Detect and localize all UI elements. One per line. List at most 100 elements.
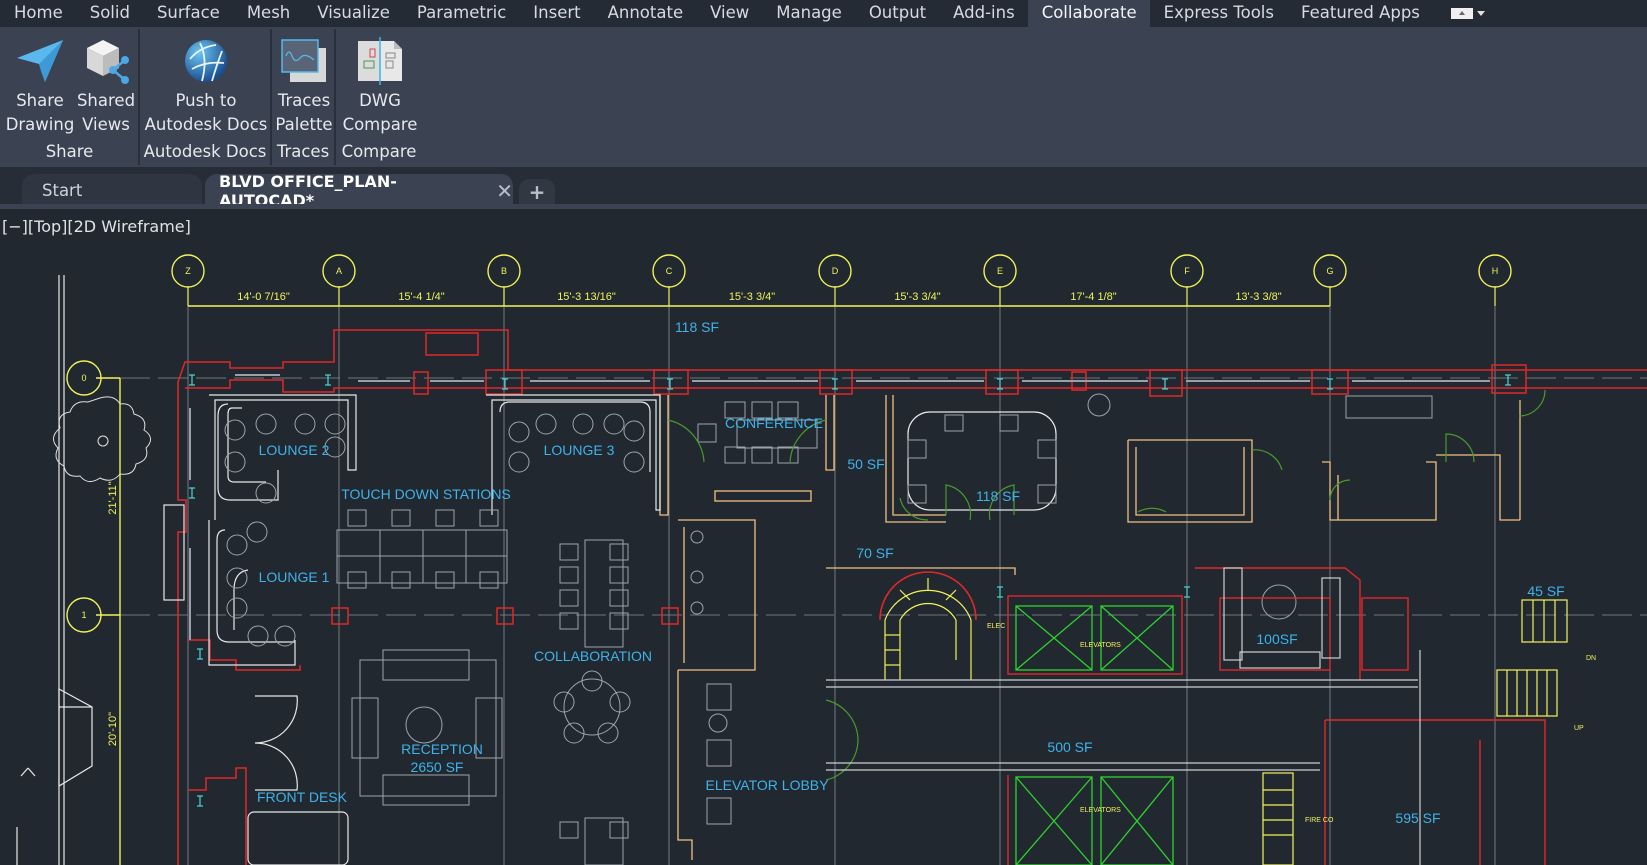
grid-bubble: G (1313, 254, 1347, 306)
tab-mesh[interactable]: Mesh (233, 0, 303, 27)
grid-bubble: A (322, 254, 356, 306)
room-area: 2650 SF (411, 759, 464, 775)
column-icon (1505, 374, 1511, 386)
grid-bubble: 0 (66, 360, 102, 396)
share-drawing-label-2: Drawing (5, 115, 75, 134)
grid-bubble: E (983, 254, 1017, 306)
share-drawing-button[interactable]: Share Drawing (5, 33, 75, 137)
document-tab-bar: Start BLVD OFFICE_PLAN-AUTOCAD* ✕ + (0, 167, 1647, 210)
dimension-text: 17'-4 1/8" (1070, 291, 1116, 303)
room-label: RECEPTION (401, 741, 483, 757)
room-label: LOUNGE 2 (259, 442, 330, 458)
panel-compare-label: Compare (341, 142, 417, 161)
viewport-controls[interactable]: [−][Top][2D Wireframe] (2, 217, 191, 236)
tab-drawing[interactable]: BLVD OFFICE_PLAN-AUTOCAD* ✕ (205, 172, 513, 210)
tab-collaborate[interactable]: Collaborate (1027, 0, 1150, 27)
structural-columns (189, 374, 1511, 807)
windows (189, 374, 1490, 640)
small-label: ELEVATORS (1080, 807, 1121, 814)
traces-palette-button[interactable]: Traces Palette (274, 33, 334, 137)
dimension-text: 15'-3 3/4" (894, 291, 940, 303)
room-label: ELEVATOR LOBBY (706, 777, 830, 793)
column-icon (197, 795, 203, 807)
tab-annotate[interactable]: Annotate (594, 0, 697, 27)
grid-bubble: 1 (66, 597, 102, 633)
close-icon[interactable]: ✕ (496, 179, 513, 203)
grid-bubble-label: 1 (81, 610, 86, 620)
grid-bubble: H (1478, 254, 1512, 306)
tab-insert[interactable]: Insert (519, 0, 593, 27)
room-label: TOUCH DOWN STATIONS (341, 486, 511, 502)
shared-views-button[interactable]: Shared Views (76, 33, 136, 137)
small-label: FIRE CO (1305, 817, 1334, 824)
push-to-docs-label-2: Autodesk Docs (144, 115, 268, 134)
dimension-text: 14'-0 7/16" (237, 291, 290, 303)
minimize-ribbon-button[interactable] (1450, 8, 1485, 19)
tab-start-label: Start (42, 181, 83, 200)
room-area: 118 SF (976, 488, 1020, 504)
tab-view[interactable]: View (696, 0, 762, 27)
tab-solid[interactable]: Solid (76, 0, 143, 27)
dwg-compare-button[interactable]: DWG Compare (340, 33, 420, 137)
tab-start[interactable]: Start (22, 174, 202, 207)
floor-plan-canvas: Z A B C D E F G H 0 1 14'-0 7/16" 15'-4 1/4" 15'-3 … (16, 254, 1647, 865)
push-to-autodesk-docs-button[interactable]: Push to Autodesk Docs (144, 33, 268, 137)
tab-featured-apps[interactable]: Featured Apps (1287, 0, 1433, 27)
grid-bubbles-top: ZABCDEFGH (171, 254, 1512, 306)
dimension-text: 15'-4 1/4" (398, 291, 444, 303)
room-area: 118 SF (675, 319, 719, 335)
tree-symbol (53, 396, 151, 482)
tab-visualize[interactable]: Visualize (303, 0, 403, 27)
dwg-compare-label-1: DWG (359, 91, 401, 110)
exterior-walls (177, 329, 1647, 865)
shared-views-label-1: Shared (76, 91, 136, 110)
room-area: 45 SF (1527, 583, 1564, 599)
dimension-texts-top: 14'-0 7/16" 15'-4 1/4" 15'-3 13/16" 15'-3 3… (237, 291, 1282, 303)
room-label: CONFERENCE (725, 415, 823, 431)
grid-bubble-label: E (997, 266, 1003, 276)
grid-bubble-label: F (1184, 266, 1190, 276)
panel-share-label: Share (45, 142, 94, 161)
stair (884, 578, 1568, 865)
globe-icon (185, 40, 227, 82)
dwg-compare-label-2: Compare (342, 115, 418, 134)
dimension-text-left: 20'-10" (107, 712, 119, 746)
grid-bubble-label: G (1326, 266, 1333, 276)
tab-surface[interactable]: Surface (143, 0, 233, 27)
panel-share: Share Drawing Shared Views Share (0, 27, 139, 167)
room-area: 595 SF (1395, 810, 1440, 826)
column-icon (189, 374, 195, 386)
ribbon-tab-bar: Home Solid Surface Mesh Visualize Parame… (0, 0, 1647, 27)
tab-express-tools[interactable]: Express Tools (1150, 0, 1287, 27)
tab-add-ins[interactable]: Add-ins (939, 0, 1028, 27)
tab-home[interactable]: Home (0, 0, 76, 27)
ribbon: Share Drawing Shared Views Share Push to… (0, 27, 1647, 167)
grid-bubble-label: D (832, 266, 839, 276)
grid-bubble-label: C (666, 266, 673, 276)
room-area: 100SF (1256, 631, 1297, 647)
grid-bubble-label: A (336, 266, 342, 276)
grid-bubble: F (1170, 254, 1204, 306)
panel-autodesk-docs-label: Autodesk Docs (143, 142, 267, 161)
column-icon (1184, 586, 1190, 598)
room-area: 70 SF (856, 545, 893, 561)
dimension-text: 15'-3 13/16" (557, 291, 616, 303)
tab-manage[interactable]: Manage (762, 0, 855, 27)
site-lines (16, 275, 93, 865)
small-label: ELEC (987, 623, 1005, 630)
small-label: DN (1586, 655, 1596, 662)
tab-output[interactable]: Output (855, 0, 939, 27)
panel-traces-label: Traces (276, 142, 330, 161)
room-label: LOUNGE 3 (544, 442, 615, 458)
room-label: LOUNGE 1 (259, 569, 330, 585)
dwg-compare-icon (358, 37, 402, 85)
furniture (224, 393, 1433, 865)
small-label: ELEVATORS (1080, 642, 1121, 649)
tab-parametric[interactable]: Parametric (403, 0, 519, 27)
dimension-text: 13'-3 3/8" (1235, 291, 1281, 303)
new-tab-button[interactable]: + (519, 179, 555, 205)
drawing-viewport[interactable]: [−][Top][2D Wireframe] Z A B C D E F G H… (0, 209, 1647, 865)
room-area: 50 SF (847, 456, 884, 472)
room-area: 500 SF (1047, 739, 1092, 755)
panel-autodesk-docs: Push to Autodesk Docs Autodesk Docs (140, 27, 270, 167)
